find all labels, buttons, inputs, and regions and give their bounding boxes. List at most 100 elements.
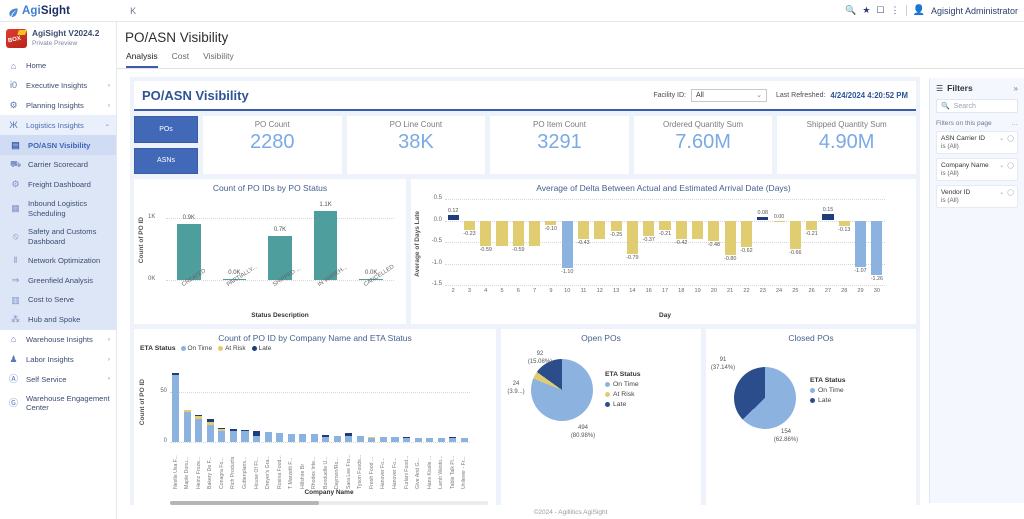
pie-legend-item[interactable]: Late (605, 401, 641, 408)
bar[interactable] (675, 220, 687, 239)
pie-legend-item[interactable]: On Time (810, 387, 846, 394)
bar[interactable] (871, 220, 883, 275)
toggle-pos-button[interactable]: POs (134, 116, 198, 143)
pie-slices[interactable] (734, 367, 796, 429)
stacked-bar-segment[interactable] (252, 436, 261, 442)
filter-card[interactable]: Company Name is (All) ⌄ ◯ (936, 158, 1018, 181)
bookmark-icon[interactable]: ☐ (876, 6, 884, 15)
bar[interactable] (496, 220, 508, 246)
stacked-bar-segment[interactable] (206, 425, 214, 442)
pie-legend-item[interactable]: At Risk (605, 391, 641, 398)
bar[interactable] (610, 220, 622, 232)
bar[interactable] (773, 220, 785, 222)
more-horizontal-icon[interactable]: … (1011, 120, 1018, 127)
sidebar-item-hub-and-spoke[interactable]: ⁂ Hub and Spoke (0, 309, 116, 330)
bar[interactable] (838, 220, 850, 227)
sidebar-item-home[interactable]: ⌂ Home (0, 56, 116, 76)
stacked-bar-segment[interactable] (264, 432, 272, 442)
stacked-bar-segment[interactable] (276, 433, 284, 442)
sidebar-item-greenfield-analysis[interactable]: ⇒ Greenfield Analysis (0, 270, 116, 291)
stacked-bar-segment[interactable] (172, 375, 180, 442)
stacked-bar-segment[interactable] (345, 433, 353, 436)
sidebar-item-inbound-logistics-scheduling[interactable]: ▦ Inbound Logistics Scheduling (0, 194, 116, 223)
stacked-bar-segment[interactable] (172, 373, 180, 375)
expand-icon[interactable]: » (1014, 84, 1018, 93)
bar[interactable] (659, 220, 671, 230)
bar[interactable] (855, 220, 867, 267)
bar[interactable] (480, 220, 492, 246)
stacked-bar-segment[interactable] (333, 436, 341, 442)
bar[interactable] (692, 220, 704, 239)
bar[interactable] (577, 220, 590, 239)
filter-card[interactable]: ASN Carrier ID is (All) ⌄ ◯ (936, 131, 1018, 154)
stacked-bar-segment[interactable] (252, 431, 261, 436)
more-vertical-icon[interactable]: ⋮ (891, 6, 900, 15)
bar[interactable] (447, 215, 459, 221)
sidebar-item-cost-to-serve[interactable]: ▥ Cost to Serve (0, 290, 116, 310)
bar[interactable] (512, 220, 524, 246)
legend-item[interactable]: At Risk (218, 345, 246, 352)
sidebar-item-planning-insights[interactable]: ⚙ Planning Insights › (0, 96, 116, 116)
app-logo[interactable]: AgiSight (8, 5, 70, 18)
bar[interactable] (806, 220, 818, 230)
stacked-bar-segment[interactable] (437, 438, 445, 442)
stacked-bar-segment[interactable] (368, 437, 376, 438)
stacked-bar-segment[interactable] (391, 437, 399, 442)
stacked-bar-segment[interactable] (195, 416, 203, 419)
bar[interactable] (529, 220, 541, 246)
stacked-bar-segment[interactable] (206, 422, 214, 425)
tab-visibility[interactable]: Visibility (203, 51, 234, 68)
stacked-bar-segment[interactable] (241, 431, 249, 442)
stacked-bar-segment[interactable] (345, 436, 353, 442)
stacked-bar-segment[interactable] (241, 430, 249, 431)
stacked-bar-segment[interactable] (183, 412, 191, 442)
chevron-down-icon[interactable]: ⌄ (999, 135, 1004, 142)
sidebar-item-logistics-insights[interactable]: Ж Logistics Insights ⌄ (0, 115, 116, 136)
bar[interactable] (822, 214, 834, 221)
star-icon[interactable]: ★ (862, 6, 870, 15)
stacked-bar-segment[interactable] (218, 429, 226, 431)
sidebar-item-network-optimization[interactable]: ‖ Network Optimization (0, 250, 116, 271)
stacked-bar-segment[interactable] (426, 438, 434, 442)
filter-card[interactable]: Vendor ID is (All) ⌄ ◯ (936, 185, 1018, 208)
sidebar-item-executive-insights[interactable]: ἱ0 Executive Insights › (0, 76, 116, 96)
stacked-bar-segment[interactable] (414, 438, 422, 442)
stacked-bar-segment[interactable] (460, 438, 468, 442)
bar[interactable] (545, 220, 557, 225)
sidebar-item-labor-insights[interactable]: ♟ Labor Insights › (0, 350, 116, 370)
stacked-bar-segment[interactable] (402, 438, 411, 442)
tab-cost[interactable]: Cost (172, 51, 189, 68)
search-icon[interactable]: 🔍 (845, 6, 856, 15)
stacked-bar-segment[interactable] (310, 434, 318, 442)
bar[interactable] (740, 220, 753, 248)
sidebar-item-freight-dashboard[interactable]: ⚙ Freight Dashboard (0, 174, 116, 195)
stacked-bar-segment[interactable] (195, 419, 203, 442)
bar[interactable] (463, 220, 475, 231)
avatar[interactable]: 👤 (913, 5, 925, 16)
sidebar-item-warehouse-insights[interactable]: ⌂ Warehouse Insights › (0, 330, 116, 350)
stacked-bar-segment[interactable] (322, 437, 330, 442)
sidebar-item-self-service[interactable]: Ⓐ Self Service › (0, 369, 116, 389)
eraser-icon[interactable]: ◯ (1007, 162, 1014, 169)
stacked-bar-segment[interactable] (229, 431, 238, 442)
pie-slices[interactable] (531, 359, 593, 421)
stacked-bar-segment[interactable] (206, 419, 214, 422)
stacked-bar-segment[interactable] (449, 438, 457, 442)
stacked-bar-segment[interactable] (322, 435, 330, 437)
legend-item[interactable]: On Time (180, 345, 212, 352)
chevron-down-icon[interactable]: ⌄ (999, 189, 1004, 196)
tab-analysis[interactable]: Analysis (126, 51, 158, 68)
toggle-asns-button[interactable]: ASNs (134, 147, 198, 174)
bar[interactable] (708, 220, 720, 242)
sidebar-item-po-asn-visibility[interactable]: ▤ PO/ASN Visibility (0, 135, 116, 155)
stacked-bar-segment[interactable] (379, 437, 388, 442)
stacked-bar-segment[interactable] (368, 438, 376, 442)
stacked-bar-segment[interactable] (402, 437, 411, 438)
stacked-bar-segment[interactable] (195, 415, 203, 416)
legend-item[interactable]: Late (251, 345, 271, 352)
bar[interactable] (313, 211, 338, 280)
stacked-bar-segment[interactable] (287, 434, 295, 442)
eraser-icon[interactable]: ◯ (1007, 189, 1014, 196)
facility-select[interactable]: All ⌄ (690, 88, 767, 102)
sidebar-item-safety-and-customs-dashboard[interactable]: ⦸ Safety and Customs Dashboard (0, 222, 116, 251)
